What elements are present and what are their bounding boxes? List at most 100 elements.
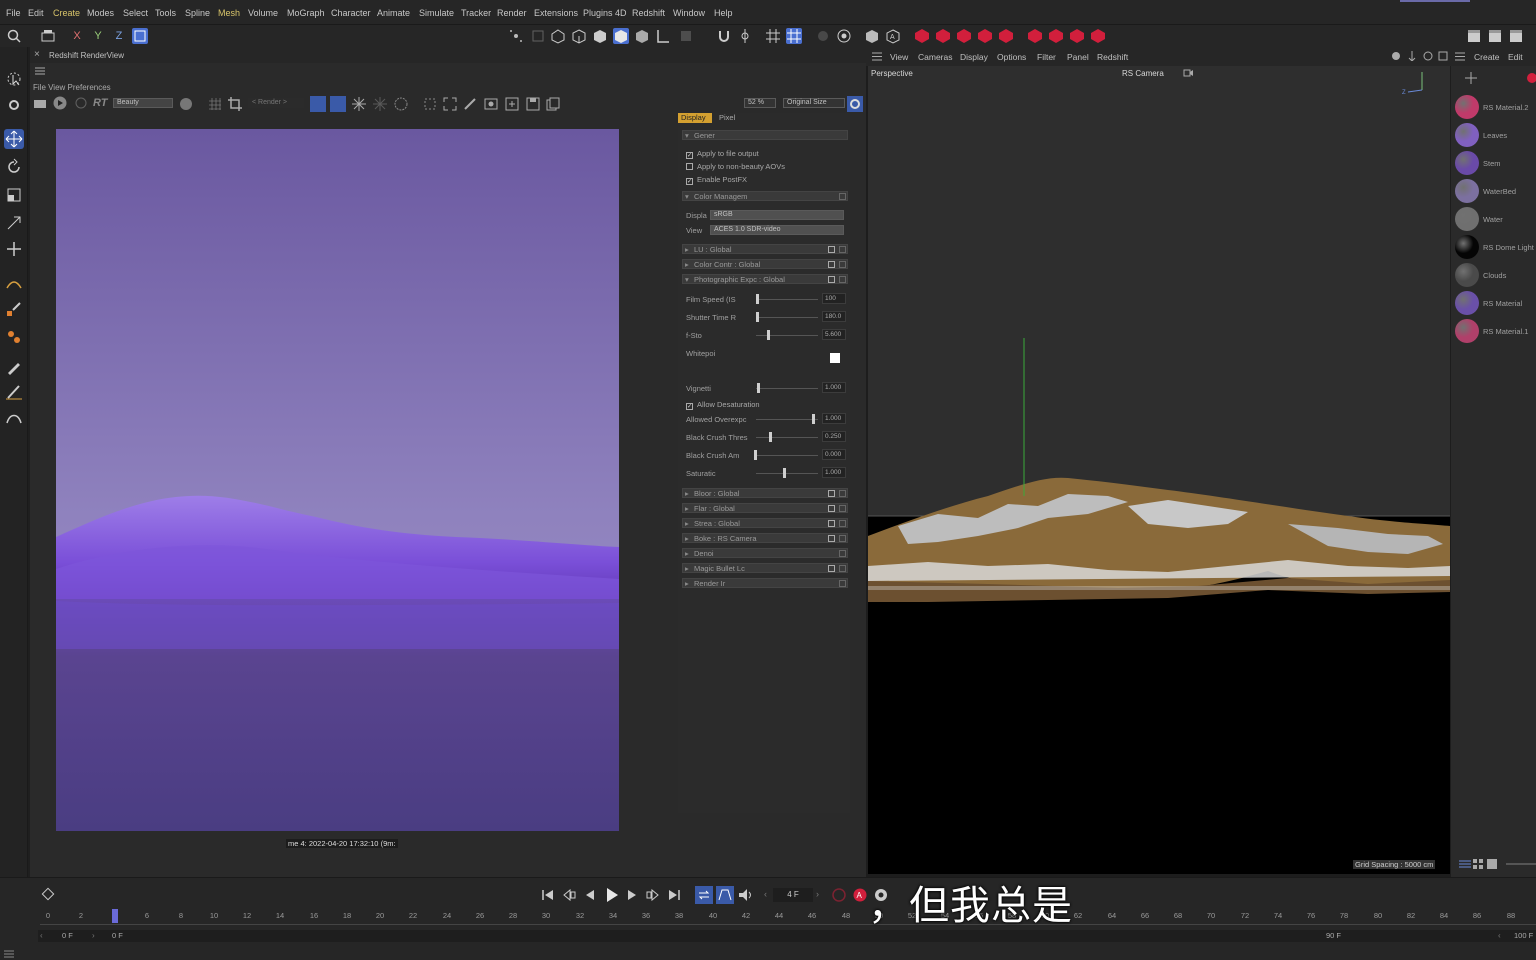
workplane-icon[interactable] — [737, 28, 753, 44]
focus-picker-icon[interactable] — [423, 97, 437, 111]
axis-z-toggle[interactable]: Z — [111, 28, 127, 44]
grid-view-icon[interactable] — [1473, 859, 1483, 869]
hamburger-menu-icon[interactable] — [4, 950, 14, 958]
rs-light-icon-3[interactable] — [1069, 28, 1085, 44]
menu-render[interactable]: Render — [497, 8, 527, 18]
material-menu-create[interactable]: Create — [1474, 52, 1500, 62]
add-material-icon[interactable] — [1465, 72, 1477, 84]
rotate-icon[interactable] — [4, 157, 24, 177]
orbit-icon[interactable] — [1423, 51, 1433, 61]
section-menu-icon[interactable] — [839, 490, 846, 497]
object-mode-icon[interactable] — [613, 28, 629, 44]
range-left-arrow[interactable]: ‹ — [40, 931, 43, 940]
clapboard-icon-3[interactable] — [1508, 28, 1524, 44]
material-item[interactable]: WaterBed — [1453, 177, 1536, 205]
end-frame[interactable]: 90 F — [1326, 931, 1341, 940]
spline-pen-icon[interactable] — [4, 273, 24, 293]
snap-points-icon[interactable] — [508, 28, 524, 44]
bloom-checkbox[interactable] — [828, 490, 835, 497]
material-item[interactable]: RS Material.1 — [1453, 317, 1536, 345]
rgb-channel-icon[interactable] — [179, 97, 193, 111]
vignetting-slider[interactable]: Vignetti 1.000 — [686, 382, 846, 394]
material-item[interactable]: Leaves — [1453, 121, 1536, 149]
shutter-slider[interactable]: Shutter Time R 180.0 — [686, 311, 846, 323]
rs-light-icon-1[interactable] — [1027, 28, 1043, 44]
render-image[interactable] — [56, 129, 619, 831]
menu-create[interactable]: Create — [53, 8, 80, 18]
render-info-section[interactable]: ▸ Render Ir — [682, 578, 848, 588]
transform-icon[interactable] — [4, 213, 24, 233]
clapboard-icon-2[interactable] — [1487, 28, 1503, 44]
magic-bullet-section[interactable]: ▸ Magic Bullet Lc — [682, 563, 848, 573]
tweak-mode-icon[interactable] — [678, 28, 694, 44]
material-item[interactable]: Clouds — [1453, 261, 1536, 289]
gear-select-icon[interactable] — [4, 95, 24, 115]
live-select-icon[interactable] — [4, 69, 24, 89]
lock-icon[interactable] — [815, 28, 831, 44]
section-menu-icon[interactable] — [839, 550, 846, 557]
rs-light-icon-2[interactable] — [1048, 28, 1064, 44]
saturation-slider[interactable]: Saturatic 1.000 — [686, 467, 846, 479]
clapboard-icon[interactable] — [34, 97, 46, 109]
rs-object-icon-5[interactable] — [998, 28, 1014, 44]
view-select[interactable]: ACES 1.0 SDR-video — [710, 225, 844, 235]
black-crush-amount-slider[interactable]: Black Crush Am 0.000 — [686, 449, 846, 461]
apply-file-output-checkbox[interactable]: ✓ Apply to file output — [686, 149, 759, 159]
black-crush-thr-value[interactable]: 0.250 — [822, 431, 846, 442]
whitepoint-swatch[interactable] — [830, 353, 840, 363]
search-icon[interactable] — [6, 28, 22, 44]
saturation-value[interactable]: 1.000 — [822, 467, 846, 478]
render-view-icon[interactable] — [864, 28, 880, 44]
viewport-menu-filter[interactable]: Filter — [1037, 52, 1056, 62]
menu-help[interactable]: Help — [714, 8, 733, 18]
material-item[interactable]: Water — [1453, 205, 1536, 233]
section-menu-icon[interactable] — [839, 580, 846, 587]
refresh-icon[interactable] — [74, 96, 88, 110]
render-active-icon[interactable]: A — [885, 28, 901, 44]
magnet-icon[interactable] — [716, 28, 732, 44]
list-view-icon[interactable] — [1459, 859, 1471, 869]
section-menu-icon[interactable] — [839, 535, 846, 542]
section-menu-icon[interactable] — [839, 261, 846, 268]
maximize-icon[interactable] — [1438, 51, 1448, 61]
render-target-select[interactable]: < Render > — [248, 98, 304, 108]
menu-modes[interactable]: Modes — [87, 8, 114, 18]
cube-icon[interactable] — [571, 28, 587, 44]
streak-section[interactable]: ▸ Strea : Global — [682, 518, 848, 528]
menu-redshift[interactable]: Redshift — [632, 8, 665, 18]
menu-window[interactable]: Window — [673, 8, 705, 18]
menu-animate[interactable]: Animate — [377, 8, 410, 18]
menu-tracker[interactable]: Tracker — [461, 8, 491, 18]
tab-pixel[interactable]: Pixel — [716, 113, 746, 123]
magic-bullet-checkbox[interactable] — [828, 565, 835, 572]
crop-icon[interactable] — [228, 97, 242, 111]
allow-desaturation-checkbox[interactable]: ✓ Allow Desaturation — [686, 400, 760, 410]
bridge-icon[interactable] — [4, 409, 24, 429]
bloom-section[interactable]: ▸ Bloor : Global — [682, 488, 848, 498]
photo-exposure-checkbox[interactable] — [828, 276, 835, 283]
rs-object-icon-3[interactable] — [956, 28, 972, 44]
pan-icon[interactable] — [1391, 51, 1401, 61]
menu-select[interactable]: Select — [123, 8, 148, 18]
section-menu-icon[interactable] — [839, 505, 846, 512]
axis-y-toggle[interactable]: Y — [90, 28, 106, 44]
range-right-arrow[interactable]: › — [92, 931, 95, 940]
max-frame[interactable]: 100 F — [1514, 931, 1533, 940]
color-contrast-checkbox[interactable] — [828, 261, 835, 268]
menu-character[interactable]: Character — [331, 8, 371, 18]
render-settings-icon[interactable] — [836, 28, 852, 44]
viewport-menu-view[interactable]: View — [890, 52, 908, 62]
brush-icon[interactable] — [4, 357, 24, 377]
move-icon[interactable] — [4, 129, 24, 149]
rs-object-icon-2[interactable] — [935, 28, 951, 44]
material-item[interactable]: Stem — [1453, 149, 1536, 177]
apply-non-beauty-checkbox[interactable]: Apply to non-beauty AOVs — [686, 162, 785, 171]
compare-mode-icon[interactable] — [310, 96, 326, 112]
axis-mode-icon[interactable] — [655, 28, 671, 44]
rs-material-icon[interactable] — [1527, 73, 1536, 83]
menu-edit[interactable]: Edit — [28, 8, 44, 18]
settings-gear-icon[interactable] — [847, 96, 863, 112]
snowflake-icon[interactable] — [352, 97, 366, 111]
fstop-value[interactable]: 5.600 — [822, 329, 846, 340]
color-contrast-section[interactable]: ▸ Color Contr : Global — [682, 259, 848, 269]
